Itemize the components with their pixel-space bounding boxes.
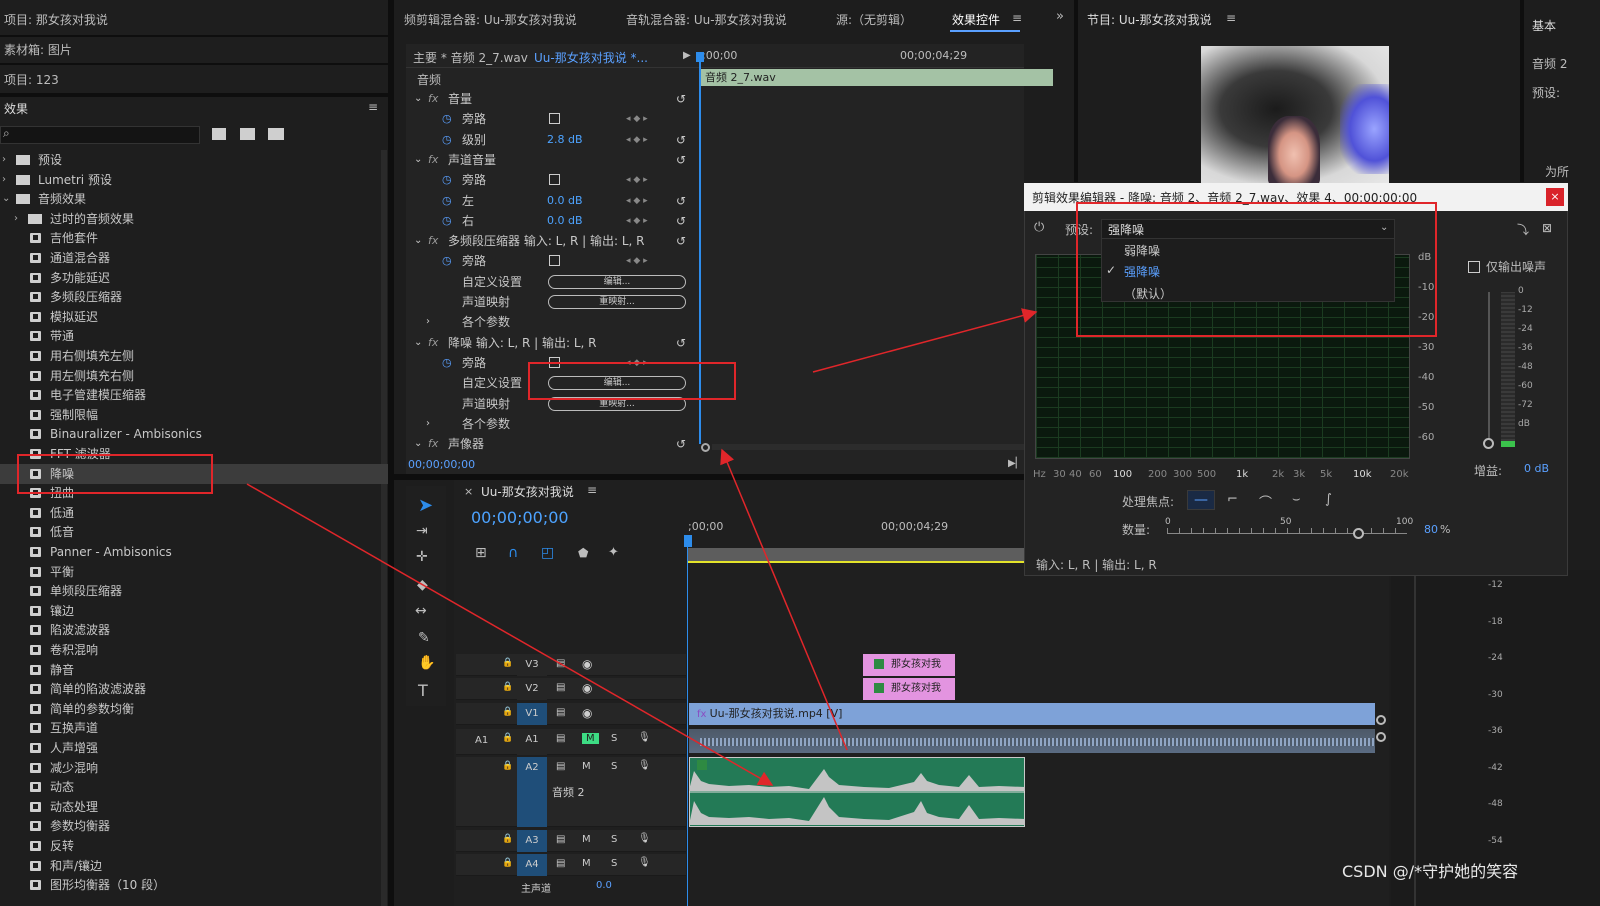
watermark: CSDN @/*守护她的笑容 <box>1342 862 1519 881</box>
annotation-arrows <box>246 308 1038 786</box>
